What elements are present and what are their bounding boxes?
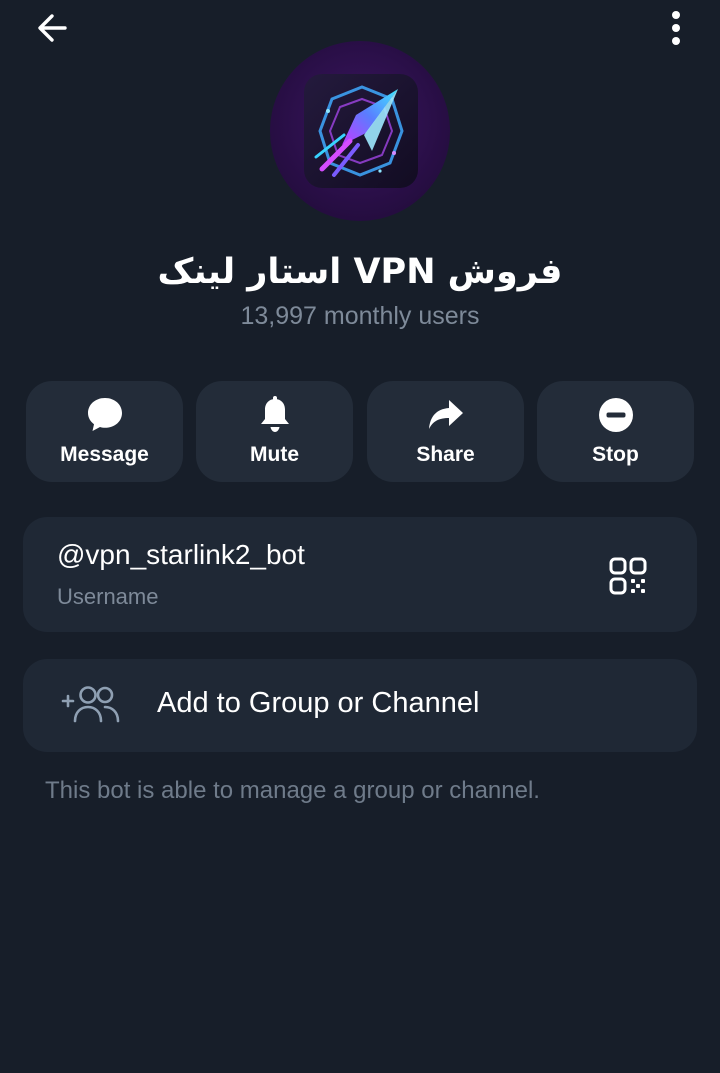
qr-code-button[interactable]	[603, 551, 653, 601]
share-button[interactable]: Share	[367, 381, 524, 482]
bot-permission-note: This bot is able to manage a group or ch…	[45, 777, 540, 804]
add-to-group-button[interactable]: Add to Group or Channel	[23, 659, 697, 752]
mute-label: Mute	[250, 443, 299, 466]
back-button[interactable]	[24, 0, 80, 56]
stop-label: Stop	[592, 443, 639, 466]
share-arrow-icon	[428, 400, 463, 429]
add-to-group-label: Add to Group or Channel	[157, 687, 480, 719]
monthly-users-count: 13,997 monthly users	[240, 302, 480, 330]
more-options-button[interactable]	[648, 0, 704, 56]
message-label: Message	[60, 443, 149, 466]
bell-icon	[260, 396, 289, 432]
stop-button[interactable]: Stop	[537, 381, 694, 482]
mute-button[interactable]: Mute	[196, 381, 353, 482]
qr-code-icon	[609, 557, 647, 595]
avatar[interactable]	[270, 41, 450, 221]
username-card[interactable]: @vpn_starlink2_bot Username	[23, 517, 697, 632]
add-users-icon	[61, 686, 120, 723]
rocket-logo-icon	[304, 74, 418, 188]
username-value[interactable]: @vpn_starlink2_bot	[57, 539, 305, 571]
arrow-left-icon	[38, 14, 67, 42]
chat-bubble-icon	[87, 398, 122, 431]
bot-profile-screen: فروش VPN استار لینک 13,997 monthly users…	[0, 0, 720, 1073]
stop-icon	[598, 398, 633, 432]
username-caption: Username	[57, 584, 159, 609]
more-vertical-icon	[672, 11, 680, 45]
message-button[interactable]: Message	[26, 381, 183, 482]
share-label: Share	[416, 443, 475, 466]
bot-name: فروش VPN استار لینک	[157, 252, 563, 292]
